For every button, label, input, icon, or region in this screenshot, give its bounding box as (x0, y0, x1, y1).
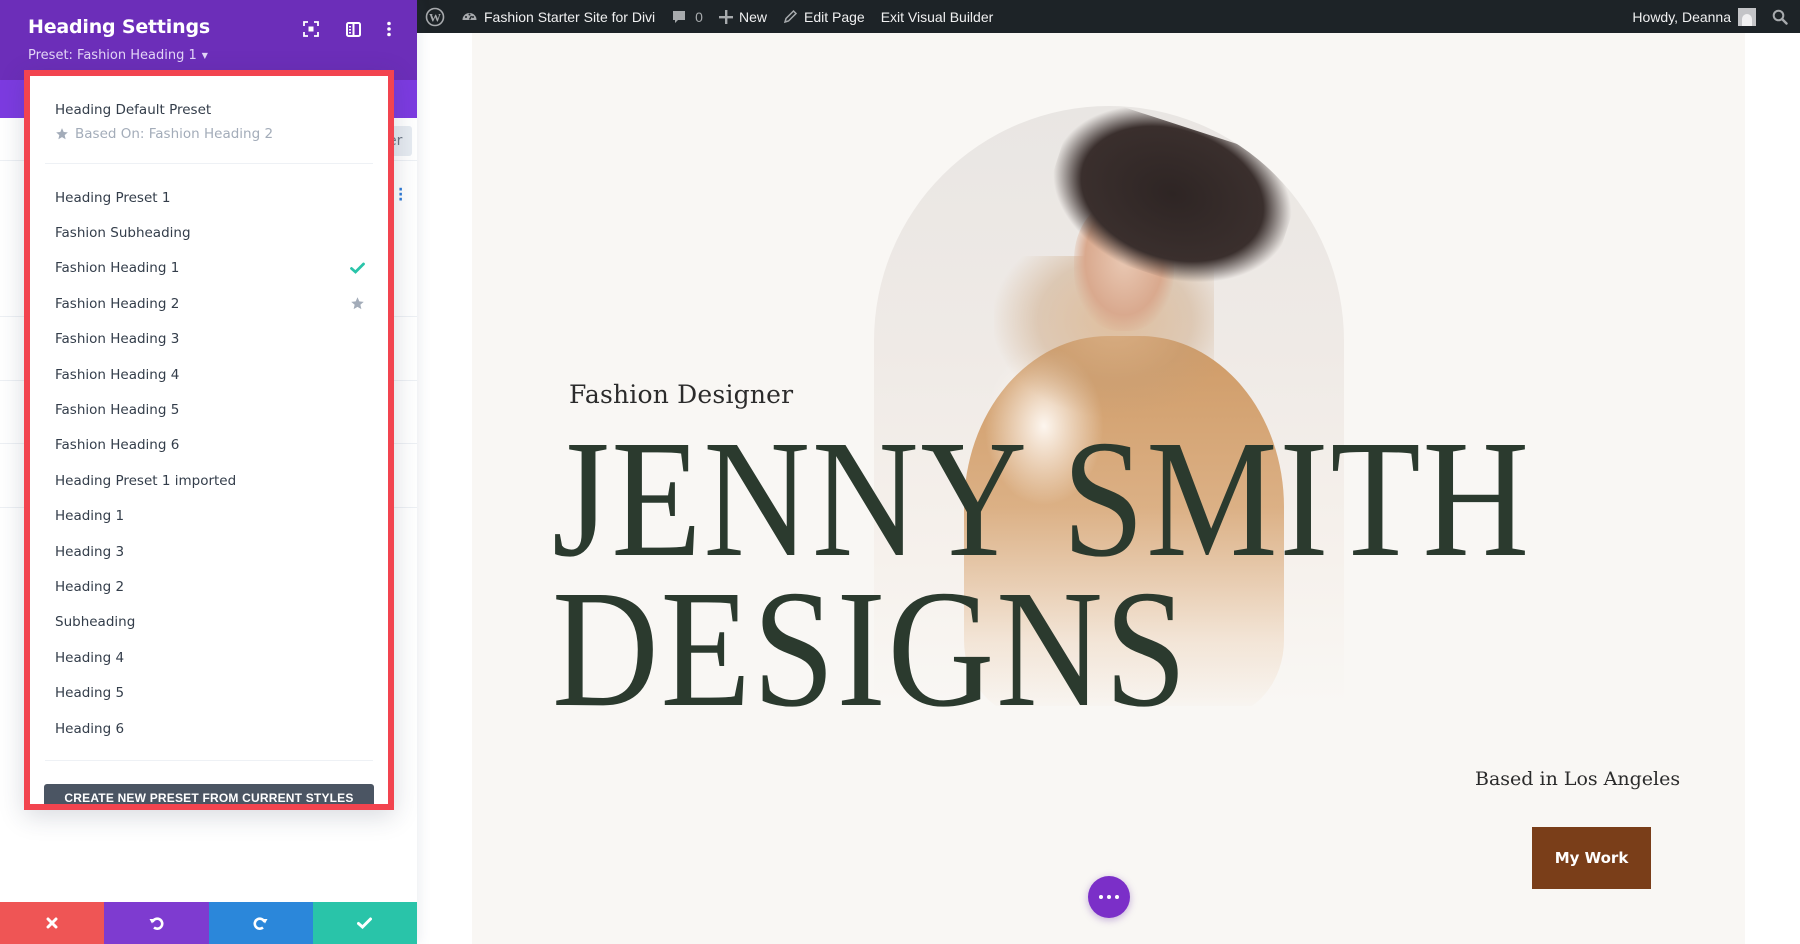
caret-down-icon: ▼ (201, 51, 208, 60)
preset-option[interactable]: Fashion Heading 2 (30, 286, 388, 321)
preset-option[interactable]: Heading 6 (30, 711, 388, 746)
edit-page-label: Edit Page (803, 8, 865, 25)
location-text[interactable]: Based in Los Angeles (1475, 768, 1680, 790)
checkmark-icon (348, 262, 366, 275)
preset-selector[interactable]: Preset: Fashion Heading 1 ▼ (28, 48, 208, 63)
close-icon (46, 917, 58, 929)
preset-option[interactable]: Fashion Heading 5 (30, 392, 388, 427)
search-button[interactable] (1764, 0, 1800, 33)
comments-count: 0 (695, 8, 703, 25)
preset-option-label: Fashion Heading 1 (55, 260, 180, 277)
more-options-button[interactable] (378, 18, 400, 40)
undo-icon (149, 916, 164, 930)
exit-visual-builder-link[interactable]: Exit Visual Builder (873, 0, 1002, 33)
plus-icon (718, 9, 733, 24)
preset-option-label: Fashion Heading 4 (55, 366, 180, 383)
default-preset-option[interactable]: Heading Default Preset (55, 102, 211, 118)
based-on-text: Based On: Fashion Heading 2 (75, 126, 274, 142)
snap-sidebar-button[interactable] (342, 18, 364, 40)
preset-label: Preset: Fashion Heading 1 (28, 48, 197, 63)
preset-option[interactable]: Fashion Heading 6 (30, 428, 388, 463)
star-icon (348, 296, 366, 311)
hero-subtitle[interactable]: Fashion Designer (569, 380, 793, 409)
preset-option-label: Fashion Heading 6 (55, 437, 180, 454)
star-icon (56, 128, 68, 140)
new-label: New (738, 8, 767, 25)
preset-option-label: Fashion Heading 3 (55, 331, 180, 348)
site-name: Fashion Starter Site for Divi (484, 8, 656, 25)
page-settings-button[interactable] (1088, 876, 1130, 918)
preset-option[interactable]: Fashion Heading 4 (30, 357, 388, 392)
fullscreen-button[interactable] (300, 18, 322, 40)
hero-headline[interactable]: JENNY SMITH DESIGNS (552, 406, 1531, 742)
preset-option-label: Heading 2 (55, 578, 125, 595)
preset-option-label: Subheading (55, 614, 136, 631)
expand-focus-icon (303, 21, 319, 37)
redo-button[interactable] (208, 902, 313, 944)
undo-button[interactable] (104, 902, 209, 944)
dot-icon (1099, 895, 1103, 899)
preset-option[interactable]: Heading 2 (30, 569, 388, 604)
settings-footer (0, 902, 417, 944)
more-vertical-icon (387, 21, 391, 37)
preset-option[interactable]: Subheading (30, 605, 388, 640)
wordpress-icon: W (425, 7, 445, 26)
preset-option[interactable]: Fashion Heading 1 (30, 251, 388, 286)
pencil-icon (783, 9, 798, 24)
preset-option[interactable]: Heading Preset 1 (30, 180, 388, 215)
site-name-link[interactable]: Fashion Starter Site for Divi (453, 0, 663, 33)
wordpress-logo-button[interactable]: W (417, 0, 453, 33)
preset-option-label: Heading Preset 1 imported (55, 472, 237, 489)
preset-option[interactable]: Heading 4 (30, 640, 388, 675)
preset-option-label: Fashion Heading 2 (55, 295, 180, 312)
preset-option-label: Heading 3 (55, 543, 125, 560)
search-icon (1772, 9, 1788, 25)
save-button[interactable] (312, 902, 417, 944)
preset-option[interactable]: Fashion Subheading (30, 215, 388, 250)
divider (45, 163, 373, 164)
preset-option[interactable]: Fashion Heading 3 (30, 322, 388, 357)
account-menu[interactable]: Howdy, Deanna (1624, 0, 1764, 33)
options-kebab-icon[interactable]: · · · (398, 183, 404, 207)
preset-option-label: Heading 5 (55, 685, 125, 702)
create-preset-button[interactable]: CREATE NEW PRESET FROM CURRENT STYLES (44, 784, 374, 804)
preset-list: Heading Preset 1 Fashion Subheading Fashio… (30, 180, 388, 746)
preset-option[interactable]: Heading 5 (30, 675, 388, 710)
avatar (1738, 7, 1756, 26)
preset-option[interactable]: Heading Preset 1 imported (30, 463, 388, 498)
comment-icon (671, 9, 687, 25)
dot-icon (1107, 895, 1111, 899)
comments-link[interactable]: 0 (663, 0, 711, 33)
wp-admin-bar: W Fashion Starter Site for Divi 0 New Ed… (417, 0, 1800, 33)
dashboard-icon (461, 8, 478, 25)
preset-option[interactable]: Heading 1 (30, 499, 388, 534)
preset-option[interactable]: Heading 3 (30, 534, 388, 569)
svg-text:W: W (429, 10, 441, 24)
preset-option-label: Heading 4 (55, 649, 125, 666)
sidebar-layout-icon (345, 21, 361, 37)
preset-dropdown: Heading Default Preset Based On: Fashion… (24, 70, 394, 810)
my-work-button[interactable]: My Work (1532, 827, 1651, 889)
preset-option-label: Heading 6 (55, 720, 125, 737)
hero-headline-line1: JENNY SMITH (552, 406, 1531, 592)
new-content-link[interactable]: New (711, 0, 775, 33)
discard-button[interactable] (0, 902, 105, 944)
greeting: Howdy, Deanna (1632, 8, 1731, 25)
settings-title: Heading Settings (28, 16, 210, 38)
dot-icon (1115, 895, 1119, 899)
preset-option-label: Fashion Heading 5 (55, 402, 180, 419)
preset-option-label: Heading 1 (55, 508, 125, 525)
preset-option-label: Heading Preset 1 (55, 189, 171, 206)
redo-icon (253, 916, 268, 930)
hero-headline-line2: DESIGNS (552, 556, 1189, 742)
preset-option-label: Fashion Subheading (55, 225, 191, 242)
edit-page-link[interactable]: Edit Page (775, 0, 873, 33)
divider (45, 760, 373, 761)
based-on-info: Based On: Fashion Heading 2 (55, 126, 273, 142)
settings-header: Heading Settings Preset: Fashion Heading… (0, 0, 417, 80)
checkmark-icon (357, 917, 373, 929)
